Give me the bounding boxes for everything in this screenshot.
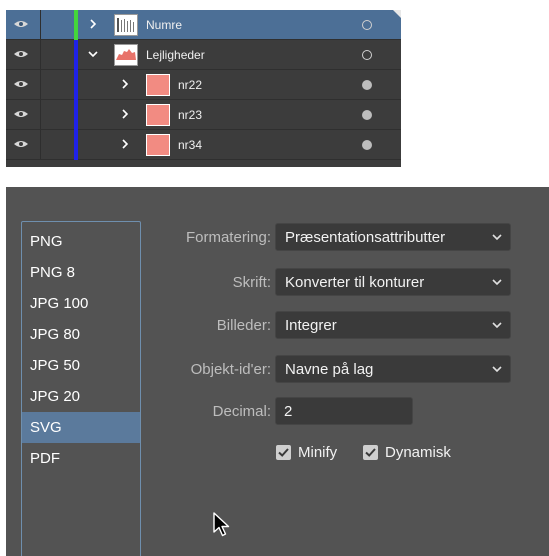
dynamic-label: Dynamisk [385, 444, 451, 461]
decimal-input[interactable]: 2 [275, 397, 413, 425]
visibility-separator [40, 100, 41, 129]
layer-row-numre[interactable]: Numre [6, 10, 401, 40]
layer-row-nr34[interactable]: nr34 [6, 130, 401, 160]
numre-thumbnail-icon [117, 18, 134, 32]
chevron-right-icon[interactable] [120, 79, 130, 89]
font-value: Konverter til konturer [285, 274, 425, 291]
checkmark-icon [365, 448, 376, 457]
chevron-down-icon [492, 366, 502, 373]
chevron-down-icon[interactable] [88, 49, 98, 59]
images-select[interactable]: Integrer [275, 311, 511, 339]
decimal-label: Decimal: [212, 403, 271, 420]
format-item-jpg100[interactable]: JPG 100 [22, 288, 140, 319]
chevron-down-icon [492, 234, 502, 241]
format-item-jpg50[interactable]: JPG 50 [22, 350, 140, 381]
layer-name[interactable]: nr34 [178, 138, 202, 152]
checkmark-icon [278, 448, 289, 457]
layer-target-icon[interactable] [362, 20, 372, 30]
object-ids-select[interactable]: Navne på lag [275, 355, 511, 383]
layer-thumbnail [146, 134, 170, 156]
images-label: Billeder: [216, 317, 271, 334]
layer-thumbnail [146, 104, 170, 126]
object-ids-value: Navne på lag [285, 361, 374, 378]
formatting-label: Formatering: [185, 229, 271, 246]
layer-row-nr23[interactable]: nr23 [6, 100, 401, 130]
minify-option[interactable]: Minify [276, 444, 356, 462]
layer-thumbnail [146, 74, 170, 96]
visibility-separator [40, 70, 41, 99]
layer-color-bar [74, 130, 78, 160]
layer-name[interactable]: Lejligheder [146, 48, 205, 62]
visibility-separator [40, 130, 41, 159]
layer-name[interactable]: Numre [146, 18, 182, 32]
eye-icon[interactable] [14, 110, 28, 118]
eye-icon[interactable] [14, 140, 28, 148]
layer-thumbnail [114, 14, 138, 36]
eye-icon[interactable] [14, 80, 28, 88]
format-item-jpg80[interactable]: JPG 80 [22, 319, 140, 350]
chevron-right-icon[interactable] [120, 139, 130, 149]
dynamic-option[interactable]: Dynamisk [363, 444, 473, 462]
layer-row-lejligheder[interactable]: Lejligheder [6, 40, 401, 70]
minify-label: Minify [298, 444, 338, 461]
lejligheder-thumbnail-icon [116, 49, 136, 60]
layer-thumbnail [114, 44, 138, 66]
visibility-separator [40, 40, 41, 69]
formatting-select[interactable]: Præsentationsattributter [275, 223, 511, 251]
layer-name[interactable]: nr23 [178, 108, 202, 122]
eye-icon[interactable] [14, 50, 28, 58]
minify-checkbox[interactable] [276, 445, 291, 460]
format-item-png8[interactable]: PNG 8 [22, 257, 140, 288]
layer-color-bar [74, 70, 78, 100]
visibility-separator [40, 10, 41, 39]
chevron-down-icon [492, 322, 502, 329]
eye-icon[interactable] [14, 20, 28, 28]
format-item-svg[interactable]: SVG [22, 412, 140, 443]
format-item-png[interactable]: PNG [22, 226, 140, 257]
format-item-jpg20[interactable]: JPG 20 [22, 381, 140, 412]
layer-target-icon[interactable] [362, 80, 372, 90]
format-list[interactable]: PNG PNG 8 JPG 100 JPG 80 JPG 50 JPG 20 S… [21, 221, 141, 556]
layers-panel: Numre Lejligheder nr22 nr23 nr34 [6, 10, 401, 167]
layer-row-nr22[interactable]: nr22 [6, 70, 401, 100]
chevron-right-icon[interactable] [88, 19, 98, 29]
layer-target-icon[interactable] [362, 110, 372, 120]
layer-name[interactable]: nr22 [178, 78, 202, 92]
images-value: Integrer [285, 317, 337, 334]
layer-target-icon[interactable] [362, 50, 372, 60]
dynamic-checkbox[interactable] [363, 445, 378, 460]
chevron-down-icon [492, 279, 502, 286]
font-select[interactable]: Konverter til konturer [275, 268, 511, 296]
mouse-pointer-icon [213, 512, 230, 537]
layer-color-bar [74, 40, 78, 70]
layer-color-bar [74, 100, 78, 130]
chevron-right-icon[interactable] [120, 109, 130, 119]
export-settings-panel: PNG PNG 8 JPG 100 JPG 80 JPG 50 JPG 20 S… [6, 187, 549, 556]
font-label: Skrift: [232, 274, 271, 291]
layer-color-bar [74, 10, 78, 40]
formatting-value: Præsentationsattributter [285, 229, 446, 246]
format-item-pdf[interactable]: PDF [22, 443, 140, 474]
selection-corner-icon [393, 10, 401, 18]
layer-target-icon[interactable] [362, 140, 372, 150]
object-ids-label: Objekt-id'er: [190, 361, 271, 378]
